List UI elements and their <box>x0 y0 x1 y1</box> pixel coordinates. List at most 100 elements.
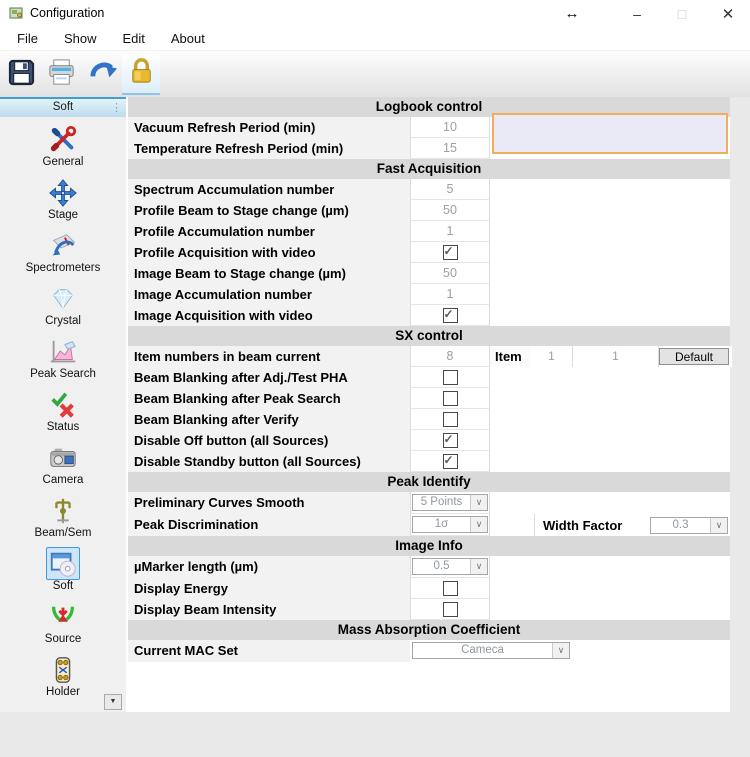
sidebar-tab-label: Soft <box>53 101 73 113</box>
display-beam-intensity-checkbox[interactable] <box>443 602 458 617</box>
setting-label: Beam Blanking after Peak Search <box>128 388 410 409</box>
diamond-icon <box>46 282 80 315</box>
sidebar-item-crystal[interactable]: Crystal <box>0 282 126 335</box>
sidebar-item-label: General <box>43 156 84 168</box>
spacer-cell <box>490 514 535 536</box>
peak-discrimination-dropdown[interactable]: 1σ∨ <box>412 516 488 533</box>
temperature-refresh-period-min-field[interactable]: 15 <box>410 138 490 159</box>
default-button[interactable]: Default <box>659 348 729 365</box>
sidebar-item-peak-search[interactable]: Peak Search <box>0 335 126 388</box>
spectrum-accumulation-number-value: 5 <box>447 182 454 196</box>
item-numbers-in-beam-current-value: 8 <box>447 349 454 363</box>
sidebar-item-general[interactable]: General <box>0 123 126 176</box>
close-button[interactable]: ✕ <box>712 0 744 27</box>
save-button[interactable] <box>2 54 40 95</box>
display-beam-intensity-field <box>410 599 490 620</box>
setting-label: Disable Off button (all Sources) <box>128 430 410 451</box>
sidebar-scroll-button[interactable]: ▼ <box>104 694 122 710</box>
chevron-down-icon: ∨ <box>470 559 487 574</box>
disable-off-button-all-sources-checkbox[interactable] <box>443 433 458 448</box>
sidebar-item-stage[interactable]: Stage <box>0 176 126 229</box>
sidebar-item-beam-sem[interactable]: Beam/Sem <box>0 494 126 547</box>
row-right-area <box>490 367 730 388</box>
print-button[interactable] <box>42 54 80 95</box>
tools-icon <box>46 123 80 156</box>
sidebar-item-label: Beam/Sem <box>35 527 92 539</box>
sidebar-item-soft[interactable]: Soft <box>0 547 126 600</box>
row-right-area <box>490 492 730 514</box>
settings-row: µMarker length (µm)0.5∨ <box>128 556 730 578</box>
menu-about[interactable]: About <box>158 31 218 46</box>
row-right-area <box>490 179 730 200</box>
profile-accumulation-number-field[interactable]: 1 <box>410 221 490 242</box>
section-image-info: Image InfoµMarker length (µm)0.5∨Display… <box>128 536 730 620</box>
disable-off-button-all-sources-field <box>410 430 490 451</box>
display-energy-field <box>410 578 490 599</box>
minimize-button[interactable]: – <box>621 0 653 27</box>
sidebar-item-spectrometers[interactable]: Spectrometers <box>0 229 126 282</box>
display-energy-checkbox[interactable] <box>443 581 458 596</box>
window-title: Configuration <box>30 6 104 20</box>
sidebar-menu-dots-icon[interactable]: ⋮ <box>111 100 122 116</box>
row-right-area <box>490 221 730 242</box>
settings-row: Spectrum Accumulation number5 <box>128 179 730 200</box>
menu-file[interactable]: File <box>4 31 51 46</box>
spectrum-accumulation-number-field[interactable]: 5 <box>410 179 490 200</box>
beam-blanking-after-adj-test-pha-field <box>410 367 490 388</box>
row-right-area <box>490 284 730 305</box>
settings-row: Peak Discrimination1σ∨Width Factor0.3∨ <box>128 514 730 536</box>
beam-blanking-after-verify-checkbox[interactable] <box>443 412 458 427</box>
disable-standby-button-all-sources-checkbox[interactable] <box>443 454 458 469</box>
marker-length-m-dropdown[interactable]: 0.5∨ <box>412 558 488 575</box>
redo-button[interactable] <box>84 54 122 95</box>
settings-row: Disable Standby button (all Sources) <box>128 451 730 472</box>
image-beam-to-stage-change-m-field[interactable]: 50 <box>410 263 490 284</box>
settings-panel: Logbook controlVacuum Refresh Period (mi… <box>128 97 730 712</box>
section-mass-absorption-coefficient: Mass Absorption CoefficientCurrent MAC S… <box>128 620 730 662</box>
maximize-button[interactable]: □ <box>666 0 698 27</box>
sidebar-item-label: Source <box>45 633 81 645</box>
highlighted-input-box[interactable] <box>492 113 728 154</box>
sidebar-tab-header[interactable]: Soft ⋮ <box>0 97 126 117</box>
width-factor-dropdown[interactable]: 0.3∨ <box>650 517 728 534</box>
beam-blanking-after-adj-test-pha-checkbox[interactable] <box>443 370 458 385</box>
current-mac-set-dropdown[interactable]: Cameca∨ <box>412 642 570 659</box>
profile-beam-to-stage-change-m-value: 50 <box>443 203 457 217</box>
item-value-field-2[interactable]: 1 <box>573 346 659 367</box>
lock-button[interactable] <box>122 54 160 95</box>
settings-row: Profile Accumulation number1 <box>128 221 730 242</box>
menu-show[interactable]: Show <box>51 31 110 46</box>
width-factor-label: Width Factor <box>543 518 622 533</box>
preliminary-curves-smooth-dropdown[interactable]: 5 Points∨ <box>412 494 488 511</box>
sidebar-item-source[interactable]: Source <box>0 600 126 653</box>
peak-discrimination-dropdown-value: 1σ <box>413 517 470 532</box>
print-icon <box>46 57 77 93</box>
settings-row: Image Acquisition with video <box>128 305 730 326</box>
vacuum-refresh-period-min-field[interactable]: 10 <box>410 117 490 138</box>
resize-button[interactable]: ↔ <box>556 0 588 27</box>
disable-standby-button-all-sources-field <box>410 451 490 472</box>
beam-blanking-after-peak-search-field <box>410 388 490 409</box>
menu-edit[interactable]: Edit <box>109 31 157 46</box>
setting-label: Display Beam Intensity <box>128 599 410 620</box>
item-numbers-in-beam-current-field[interactable]: 8 <box>410 346 490 367</box>
section-header: Mass Absorption Coefficient <box>128 620 730 640</box>
sidebar-item-label: Stage <box>48 209 78 221</box>
chevron-down-icon: ∨ <box>470 517 487 532</box>
profile-beam-to-stage-change-m-field[interactable]: 50 <box>410 200 490 221</box>
row-right-area <box>490 451 730 472</box>
sidebar: Soft ⋮ General Stage Spectrometers CrystalP… <box>0 97 128 712</box>
settings-row: Profile Acquisition with video <box>128 242 730 263</box>
row-right-area <box>490 263 730 284</box>
image-acquisition-with-video-checkbox[interactable] <box>443 308 458 323</box>
settings-row: Beam Blanking after Peak Search <box>128 388 730 409</box>
sidebar-item-status[interactable]: Status <box>0 388 126 441</box>
check-cross-icon <box>46 388 80 421</box>
image-accumulation-number-field[interactable]: 1 <box>410 284 490 305</box>
beam-blanking-after-peak-search-checkbox[interactable] <box>443 391 458 406</box>
sidebar-item-camera[interactable]: Camera <box>0 441 126 494</box>
sidebar-item-label: Spectrometers <box>26 262 101 274</box>
profile-acquisition-with-video-checkbox[interactable] <box>443 245 458 260</box>
settings-row: Preliminary Curves Smooth5 Points∨ <box>128 492 730 514</box>
item-value-field-1[interactable]: 1 <box>531 346 573 367</box>
